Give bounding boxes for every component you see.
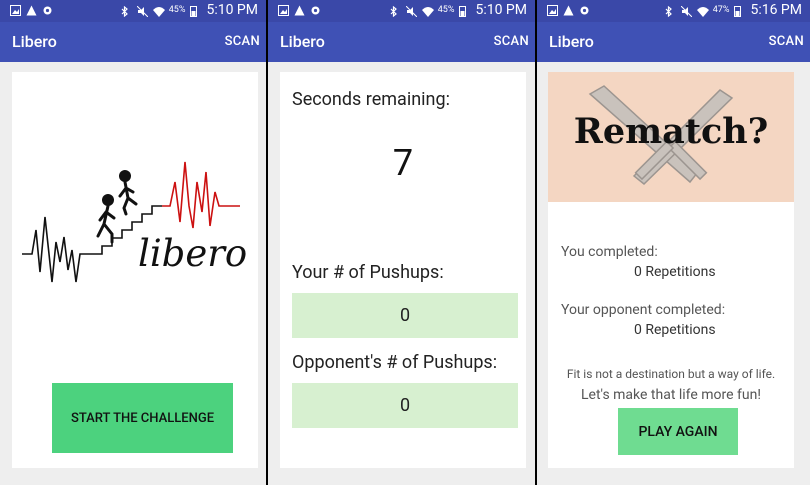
screen-countdown: 45% 5:10 PM Libero SCAN Seconds remainin… xyxy=(268,0,535,485)
heartbeat-line-red xyxy=(162,161,240,229)
warning-icon xyxy=(563,4,574,16)
stick-figure-icon xyxy=(96,194,116,244)
rematch-banner: Rematch? xyxy=(548,72,794,202)
app-bar: Libero SCAN xyxy=(268,22,535,62)
clock: 5:10 PM xyxy=(206,2,258,18)
you-completed-label: You completed: xyxy=(561,244,658,260)
battery-icon xyxy=(459,5,470,17)
image-icon xyxy=(547,4,558,16)
your-pushups-label: Your # of Pushups: xyxy=(292,262,444,283)
battery-icon xyxy=(734,5,745,17)
opponent-completed-value: 0 Repetitions xyxy=(634,322,716,338)
tagline-line-2: Let's make that life more fun! xyxy=(581,387,761,403)
app-bar: Libero SCAN xyxy=(0,22,266,62)
image-icon xyxy=(278,4,289,16)
countdown-value: 7 xyxy=(392,142,414,184)
status-bar: 45% 5:10 PM xyxy=(268,0,535,22)
battery-icon xyxy=(190,5,201,17)
start-card: libero START THE CHALLENGE xyxy=(12,72,258,468)
bluetooth-icon xyxy=(121,5,132,17)
mute-icon xyxy=(680,5,693,17)
mute-icon xyxy=(405,5,418,17)
logo-wordmark: libero xyxy=(138,232,248,275)
app-title: Libero xyxy=(12,32,57,51)
your-pushups-count: 0 xyxy=(292,293,518,338)
opponent-pushups-count: 0 xyxy=(292,383,518,428)
scan-button[interactable]: SCAN xyxy=(494,34,529,49)
clock: 5:16 PM xyxy=(750,2,802,18)
mute-icon xyxy=(136,5,149,17)
warning-icon xyxy=(294,4,305,16)
app-bar: Libero SCAN xyxy=(537,22,810,62)
bluetooth-icon xyxy=(665,5,676,17)
settings-icon xyxy=(579,4,590,15)
scan-button[interactable]: SCAN xyxy=(769,34,804,49)
seconds-remaining-label: Seconds remaining: xyxy=(292,89,450,110)
image-icon xyxy=(10,4,21,16)
bluetooth-icon xyxy=(390,5,401,17)
start-challenge-button[interactable]: START THE CHALLENGE xyxy=(52,383,233,453)
screen-start: 45% 5:10 PM Libero SCAN libero START THE… xyxy=(0,0,266,485)
opponent-pushups-label: Opponent's # of Pushups: xyxy=(292,352,498,373)
warning-icon xyxy=(26,4,37,16)
screen-results: 47% 5:16 PM Libero SCAN Rematch? You com… xyxy=(537,0,810,485)
libero-logo xyxy=(22,161,240,283)
wifi-icon xyxy=(152,5,165,17)
scan-button[interactable]: SCAN xyxy=(225,34,260,49)
results-card: Rematch? You completed: 0 Repetitions Yo… xyxy=(548,72,794,468)
rematch-title: Rematch? xyxy=(573,111,769,152)
wifi-icon xyxy=(696,5,709,17)
settings-icon xyxy=(42,4,53,15)
battery-percent: 47% xyxy=(712,5,730,15)
stick-figure-icon xyxy=(118,170,138,216)
wifi-icon xyxy=(421,5,434,17)
app-title: Libero xyxy=(280,32,325,51)
status-bar: 45% 5:10 PM xyxy=(0,0,266,22)
clock: 5:10 PM xyxy=(475,2,527,18)
you-completed-value: 0 Repetitions xyxy=(634,264,716,280)
app-title: Libero xyxy=(549,32,594,51)
battery-percent: 45% xyxy=(437,5,455,15)
tagline-line-1: Fit is not a destination but a way of li… xyxy=(566,367,776,381)
settings-icon xyxy=(310,4,321,15)
opponent-completed-label: Your opponent completed: xyxy=(561,302,726,318)
status-bar: 47% 5:16 PM xyxy=(537,0,810,22)
countdown-card: Seconds remaining: 7 Your # of Pushups: … xyxy=(280,72,526,468)
play-again-button[interactable]: PLAY AGAIN xyxy=(618,408,738,455)
battery-percent: 45% xyxy=(168,5,186,15)
